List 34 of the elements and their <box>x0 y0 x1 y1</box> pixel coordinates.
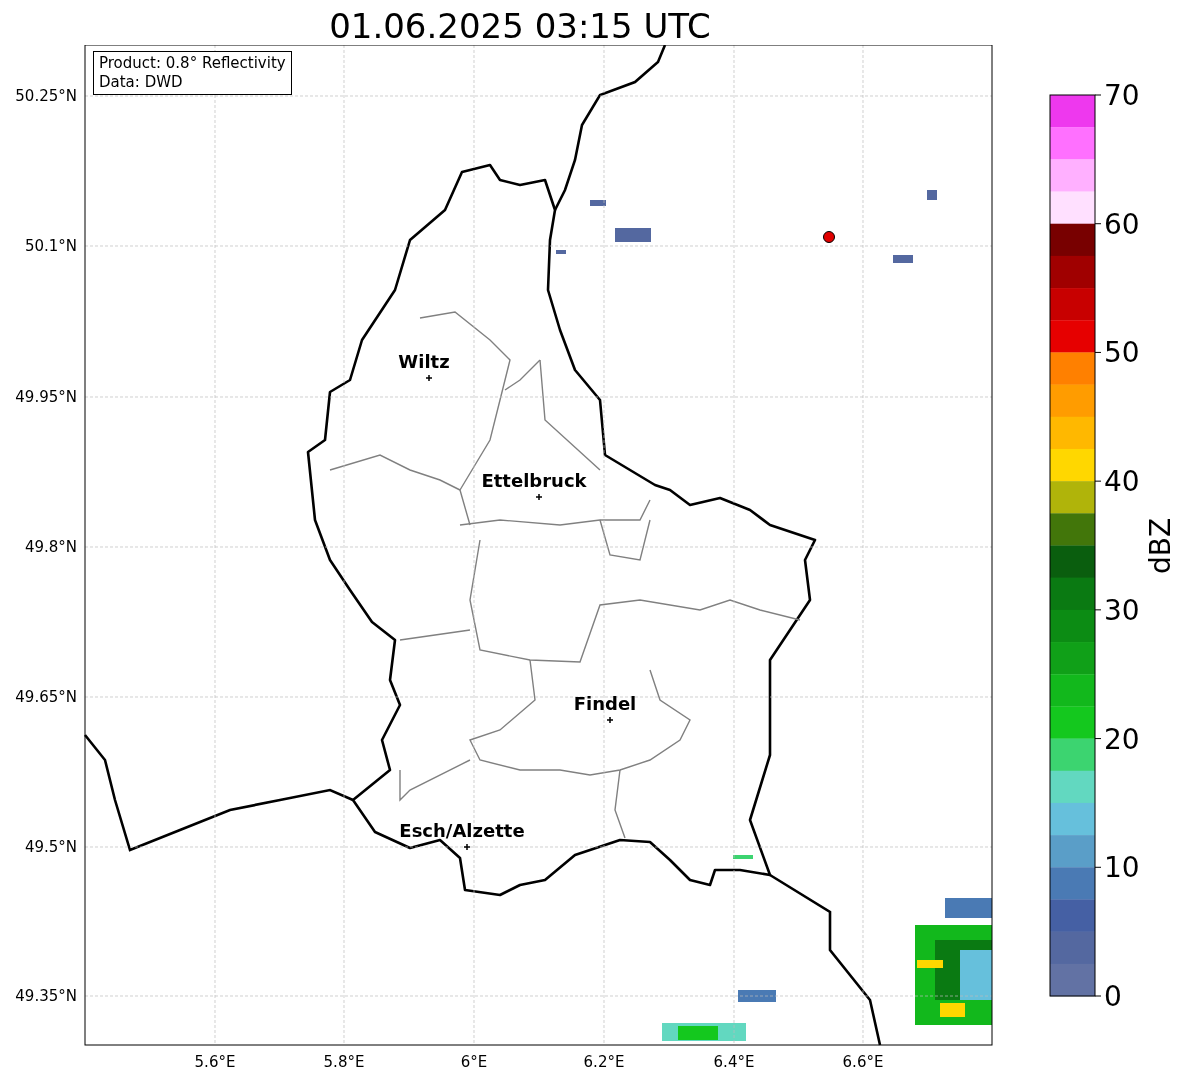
axis-tick-label: 6.6°E <box>842 1053 884 1071</box>
axis-tick-label: 5.6°E <box>194 1053 236 1071</box>
city-marker-icon <box>535 493 543 501</box>
city-label: Wiltz <box>398 351 450 372</box>
radar-site-marker <box>823 231 835 243</box>
axis-tick-label: 6.4°E <box>713 1053 755 1071</box>
axis-tick-label: 5.8°E <box>323 1053 365 1071</box>
axis-tick-label: 6°E <box>460 1053 488 1071</box>
axis-tick-label: 6.2°E <box>583 1053 625 1071</box>
colorbar-tick-label: 40 <box>1104 465 1140 499</box>
axis-tick-label: 49.8°N <box>24 538 77 556</box>
city-marker-icon <box>425 374 433 382</box>
city-label: Ettelbruck <box>481 470 587 491</box>
axis-tick-label: 49.35°N <box>15 987 77 1005</box>
axis-tick-label: 50.1°N <box>24 237 77 255</box>
colorbar-tick-label: 0 <box>1104 980 1122 1013</box>
info-text: Data: DWD <box>99 73 184 92</box>
axis-tick-label: 50.25°N <box>15 87 77 105</box>
city-marker-icon <box>463 843 471 851</box>
info-text: Product: 0.8° Reflectivity <box>99 54 286 73</box>
axis-tick-label: 49.65°N <box>15 688 77 706</box>
colorbar-label: dBZ <box>1144 517 1177 575</box>
colorbar-tick-label: 70 <box>1104 79 1140 112</box>
chart-title: 01.06.2025 03:15 UTC <box>328 5 712 45</box>
axis-tick-label: 49.5°N <box>24 838 77 856</box>
city-marker-icon <box>606 716 614 724</box>
colorbar-tick-label: 60 <box>1104 207 1140 241</box>
colorbar-tick-label: 10 <box>1104 851 1140 885</box>
city-label: Findel <box>573 693 637 714</box>
colorbar-tick-label: 30 <box>1104 593 1140 627</box>
axis-tick-label: 49.95°N <box>15 388 77 406</box>
city-label: Esch/Alzette <box>399 820 525 841</box>
colorbar-tick-label: 50 <box>1104 336 1140 370</box>
colorbar-tick-label: 20 <box>1104 722 1140 756</box>
